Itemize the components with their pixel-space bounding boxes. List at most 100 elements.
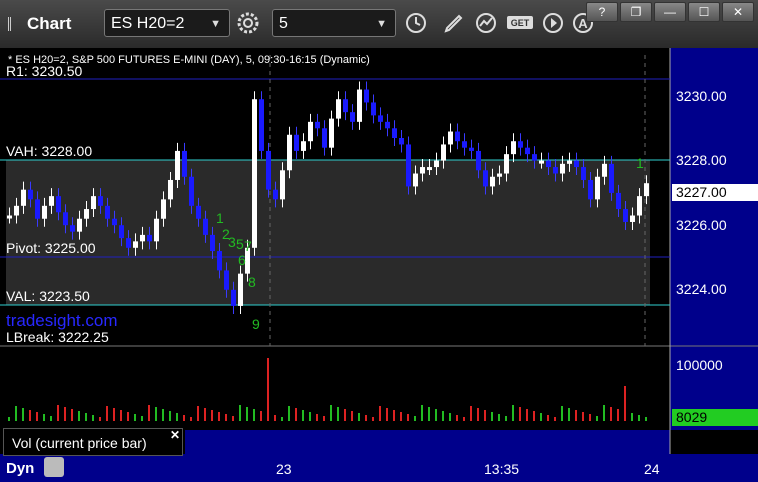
candle-body [609, 163, 614, 193]
candle-body [189, 176, 194, 206]
gear-icon[interactable] [236, 11, 260, 35]
candle-body [203, 218, 208, 235]
volume-bar [176, 413, 178, 421]
volume-bar [631, 413, 633, 421]
volume-bar [64, 407, 66, 421]
candle-body [294, 134, 299, 151]
lock-icon[interactable] [44, 457, 64, 477]
td-count-label: 1 [216, 210, 224, 226]
candle-body [112, 218, 117, 226]
candle-body [28, 189, 33, 200]
restore-icon[interactable]: ❐ [620, 2, 652, 22]
volume-bar [470, 406, 472, 421]
maximize-button[interactable]: ☐ [688, 2, 720, 22]
candle-body [273, 189, 278, 200]
volume-bar [372, 417, 374, 421]
volume-bar [120, 410, 122, 421]
candle-body [462, 141, 467, 148]
candle-body [343, 99, 348, 113]
window-controls: ? ❐ — ☐ ✕ [586, 2, 754, 22]
close-icon[interactable]: ✕ [170, 428, 180, 442]
candle-body [70, 225, 75, 232]
candle-body [364, 89, 369, 103]
candle-body [378, 115, 383, 122]
volume-bar [43, 414, 45, 421]
vah-label: VAH: 3228.00 [6, 143, 93, 159]
candle-body [392, 128, 397, 138]
time-tick: 13:35 [484, 461, 519, 477]
volume-bar [15, 406, 17, 421]
symbol-selector[interactable]: ES H20=2 ▼ [104, 9, 230, 37]
volume-bar [484, 410, 486, 421]
volume-bar [281, 417, 283, 421]
window-title[interactable]: Chart [8, 14, 71, 34]
volume-bar [435, 409, 437, 421]
volume-bar [134, 414, 136, 421]
grip-icon[interactable] [8, 17, 21, 31]
candle-body [266, 150, 271, 190]
candle-body [287, 134, 292, 171]
candle-body [259, 99, 264, 151]
volume-bar [267, 358, 269, 421]
candle-body [630, 215, 635, 222]
chevron-down-icon: ▼ [376, 18, 387, 30]
volume-bar [85, 413, 87, 421]
candle-body [490, 176, 495, 187]
candle-body [42, 205, 47, 219]
volume-bar [253, 409, 255, 421]
interval-selector[interactable]: 5 ▼ [272, 9, 396, 37]
candle-body [539, 160, 544, 164]
candle-body [315, 121, 320, 129]
help-button[interactable]: ? [586, 2, 618, 22]
pencil-icon[interactable] [442, 11, 466, 35]
volume-bar [519, 407, 521, 421]
symbol-value: ES H20=2 [111, 15, 185, 32]
candle-body [329, 118, 334, 148]
candle-body [553, 167, 558, 174]
td-count-label: 9 [252, 316, 260, 332]
volume-bar [155, 407, 157, 421]
candle-body [140, 234, 145, 242]
volume-bar [533, 411, 535, 421]
candle-body [483, 170, 488, 187]
candle-body [105, 205, 110, 219]
lbreak-label: LBreak: 3222.25 [6, 329, 109, 345]
volume-bar [589, 414, 591, 421]
candle-body [301, 141, 306, 151]
volume-indicator-tab[interactable]: Vol (current price bar) [3, 428, 183, 456]
candle-body [434, 160, 439, 168]
volume-bar [428, 407, 430, 421]
dynamic-label: Dyn [6, 460, 34, 477]
volume-bar [463, 417, 465, 421]
volume-bar [421, 405, 423, 421]
minimize-button[interactable]: — [654, 2, 686, 22]
volume-bar [610, 407, 612, 421]
clock-icon[interactable] [404, 11, 428, 35]
candle-body [308, 121, 313, 142]
volume-bar [547, 415, 549, 421]
play-icon[interactable] [541, 11, 565, 35]
volume-bar [393, 410, 395, 421]
candle-body [91, 196, 96, 210]
volume-bar [379, 406, 381, 421]
candle-body [336, 99, 341, 119]
close-button[interactable]: ✕ [722, 2, 754, 22]
volume-bar [386, 408, 388, 421]
window-title-text: Chart [27, 14, 72, 33]
candle-body [7, 215, 12, 219]
candle-body [252, 99, 257, 248]
candle-body [406, 144, 411, 187]
current-volume-value: 8029 [676, 409, 707, 425]
chart-area[interactable]: 3230.00 3228.00 3226.00 3224.00 3227.00 … [0, 48, 758, 482]
get-data-icon[interactable]: GET [506, 11, 534, 35]
volume-bar [302, 410, 304, 421]
volume-bar [505, 416, 507, 421]
volume-bar [295, 408, 297, 421]
volume-bar [197, 406, 199, 421]
interval-value: 5 [279, 15, 288, 32]
candle-body [147, 234, 152, 242]
volume-bar [540, 413, 542, 421]
volume-bar [71, 409, 73, 421]
candle-body [175, 150, 180, 180]
indicator-icon[interactable] [474, 11, 498, 35]
